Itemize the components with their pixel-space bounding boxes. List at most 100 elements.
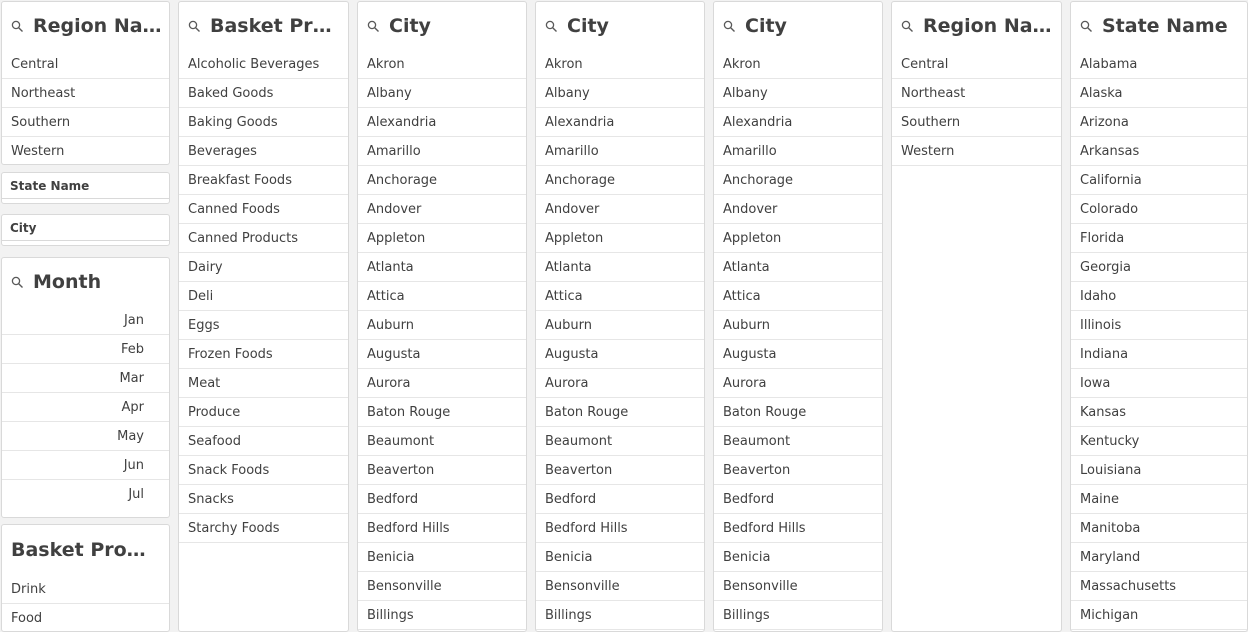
city-filter-header[interactable]: City: [358, 2, 526, 50]
basket-small-filter-header[interactable]: Basket Pro…: [2, 525, 169, 575]
list-item[interactable]: Auburn: [536, 311, 704, 340]
state-collapsed-filter[interactable]: State Name: [1, 172, 170, 204]
list-item[interactable]: Starchy Foods: [179, 514, 348, 543]
list-item[interactable]: Michigan: [1071, 601, 1247, 630]
list-item[interactable]: Baton Rouge: [714, 398, 882, 427]
list-item[interactable]: Arkansas: [1071, 137, 1247, 166]
search-icon[interactable]: [11, 20, 24, 33]
list-item[interactable]: Akron: [714, 50, 882, 79]
search-icon[interactable]: [545, 20, 558, 33]
list-item[interactable]: Beaumont: [358, 427, 526, 456]
list-item[interactable]: Akron: [536, 50, 704, 79]
city-filter-header[interactable]: City: [714, 2, 882, 50]
list-item[interactable]: Northeast: [2, 79, 169, 108]
city-filter-header[interactable]: City: [536, 2, 704, 50]
list-item[interactable]: Baton Rouge: [536, 398, 704, 427]
list-item[interactable]: Atlanta: [358, 253, 526, 282]
list-item[interactable]: Jul: [2, 480, 169, 509]
list-item[interactable]: Idaho: [1071, 282, 1247, 311]
list-item[interactable]: Bedford Hills: [358, 514, 526, 543]
list-item[interactable]: Aurora: [714, 369, 882, 398]
list-item[interactable]: Northeast: [892, 79, 1061, 108]
list-item[interactable]: Appleton: [536, 224, 704, 253]
list-item[interactable]: Central: [2, 50, 169, 79]
list-item[interactable]: Beverages: [179, 137, 348, 166]
list-item[interactable]: Albany: [714, 79, 882, 108]
list-item[interactable]: Snack Foods: [179, 456, 348, 485]
list-item[interactable]: Illinois: [1071, 311, 1247, 340]
list-item[interactable]: Iowa: [1071, 369, 1247, 398]
list-item[interactable]: Bedford Hills: [714, 514, 882, 543]
region-filter-header[interactable]: Region Name: [2, 2, 169, 50]
list-item[interactable]: Beaverton: [358, 456, 526, 485]
search-icon[interactable]: [723, 20, 736, 33]
city-collapsed-filter[interactable]: City: [1, 214, 170, 246]
list-item[interactable]: Baton Rouge: [358, 398, 526, 427]
list-item[interactable]: Seafood: [179, 427, 348, 456]
list-item[interactable]: Kansas: [1071, 398, 1247, 427]
list-item[interactable]: Andover: [536, 195, 704, 224]
list-item[interactable]: Alcoholic Beverages: [179, 50, 348, 79]
list-item[interactable]: Snacks: [179, 485, 348, 514]
list-item[interactable]: Alexandria: [358, 108, 526, 137]
list-item[interactable]: Georgia: [1071, 253, 1247, 282]
list-item[interactable]: Western: [2, 137, 169, 164]
list-item[interactable]: Central: [892, 50, 1061, 79]
list-item[interactable]: Western: [892, 137, 1061, 166]
region-name-filter-header[interactable]: Region Name: [892, 2, 1061, 50]
list-item[interactable]: Attica: [714, 282, 882, 311]
list-item[interactable]: Mar: [2, 364, 169, 393]
search-icon[interactable]: [11, 276, 24, 289]
list-item[interactable]: Southern: [2, 108, 169, 137]
list-item[interactable]: Augusta: [358, 340, 526, 369]
list-item[interactable]: Food: [2, 604, 169, 631]
list-item[interactable]: Beaumont: [714, 427, 882, 456]
list-item[interactable]: Maryland: [1071, 543, 1247, 572]
search-icon[interactable]: [1080, 20, 1093, 33]
list-item[interactable]: Indiana: [1071, 340, 1247, 369]
list-item[interactable]: Beaverton: [536, 456, 704, 485]
list-item[interactable]: Breakfast Foods: [179, 166, 348, 195]
list-item[interactable]: Apr: [2, 393, 169, 422]
list-item[interactable]: Albany: [358, 79, 526, 108]
list-item[interactable]: Bensonville: [358, 572, 526, 601]
list-item[interactable]: Atlanta: [536, 253, 704, 282]
list-item[interactable]: Alabama: [1071, 50, 1247, 79]
list-item[interactable]: Produce: [179, 398, 348, 427]
list-item[interactable]: Jun: [2, 451, 169, 480]
list-item[interactable]: Baked Goods: [179, 79, 348, 108]
list-item[interactable]: California: [1071, 166, 1247, 195]
list-item[interactable]: Billings: [536, 601, 704, 630]
list-item[interactable]: Billings: [714, 601, 882, 630]
list-item[interactable]: Feb: [2, 335, 169, 364]
list-item[interactable]: Massachusetts: [1071, 572, 1247, 601]
list-item[interactable]: Andover: [358, 195, 526, 224]
list-item[interactable]: Jan: [2, 306, 169, 335]
list-item[interactable]: Eggs: [179, 311, 348, 340]
list-item[interactable]: Akron: [358, 50, 526, 79]
list-item[interactable]: Aurora: [358, 369, 526, 398]
list-item[interactable]: Aurora: [536, 369, 704, 398]
search-icon[interactable]: [901, 20, 914, 33]
list-item[interactable]: Deli: [179, 282, 348, 311]
list-item[interactable]: Benicia: [536, 543, 704, 572]
list-item[interactable]: Alaska: [1071, 79, 1247, 108]
list-item[interactable]: Bensonville: [536, 572, 704, 601]
list-item[interactable]: Southern: [892, 108, 1061, 137]
list-item[interactable]: Anchorage: [536, 166, 704, 195]
list-item[interactable]: Bensonville: [714, 572, 882, 601]
month-filter-header[interactable]: Month: [2, 258, 169, 306]
list-item[interactable]: Florida: [1071, 224, 1247, 253]
list-item[interactable]: Amarillo: [358, 137, 526, 166]
list-item[interactable]: Attica: [536, 282, 704, 311]
list-item[interactable]: Amarillo: [714, 137, 882, 166]
list-item[interactable]: Bedford: [714, 485, 882, 514]
state-name-filter-header[interactable]: State Name: [1071, 2, 1247, 50]
list-item[interactable]: Louisiana: [1071, 456, 1247, 485]
list-item[interactable]: Manitoba: [1071, 514, 1247, 543]
list-item[interactable]: Canned Foods: [179, 195, 348, 224]
list-item[interactable]: Kentucky: [1071, 427, 1247, 456]
list-item[interactable]: Amarillo: [536, 137, 704, 166]
list-item[interactable]: Benicia: [358, 543, 526, 572]
list-item[interactable]: Maine: [1071, 485, 1247, 514]
